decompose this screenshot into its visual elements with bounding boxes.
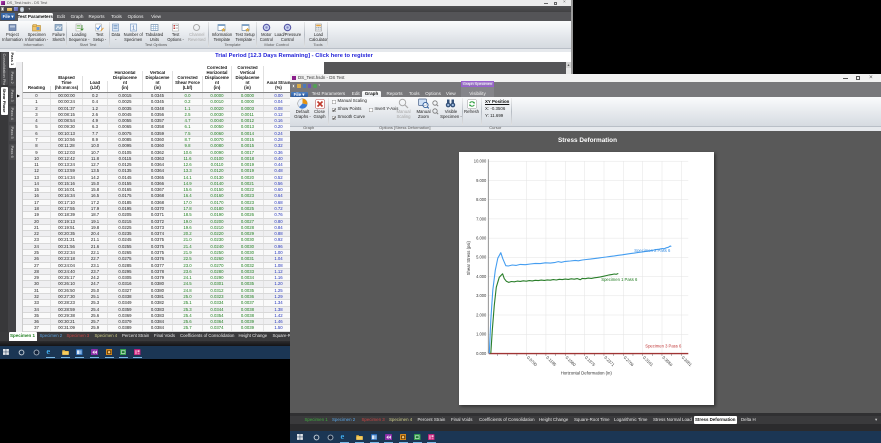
svg-text:0.0790: 0.0790 — [526, 355, 539, 368]
svg-text:0.3161: 0.3161 — [642, 355, 655, 368]
svg-text:8.000: 8.000 — [476, 197, 487, 202]
svg-text:3.000: 3.000 — [476, 293, 487, 298]
svg-text:Specimen 1 Pass 6: Specimen 1 Pass 6 — [601, 277, 638, 282]
svg-text:1.000: 1.000 — [476, 331, 487, 336]
svg-text:2.000: 2.000 — [476, 312, 487, 317]
svg-text:Specimen 3 Pass 6: Specimen 3 Pass 6 — [645, 343, 682, 348]
svg-text:Horizontal Deformation (in): Horizontal Deformation (in) — [560, 370, 612, 375]
svg-text:0.2766: 0.2766 — [622, 355, 635, 368]
svg-text:0.1975: 0.1975 — [584, 355, 597, 368]
svg-text:0.1185: 0.1185 — [545, 355, 558, 368]
svg-text:5.000: 5.000 — [476, 255, 487, 260]
svg-text:Shear Stress (psi): Shear Stress (psi) — [465, 240, 470, 275]
svg-text:4.000: 4.000 — [476, 274, 487, 279]
svg-text:1: 1 — [132, 26, 135, 32]
svg-text:0.000: 0.000 — [476, 351, 487, 356]
svg-text:0.1580: 0.1580 — [564, 355, 577, 368]
svg-text:9.000: 9.000 — [476, 178, 487, 183]
svg-text:Specimen 2 Pass 6: Specimen 2 Pass 6 — [634, 248, 671, 253]
svg-text:0.3556: 0.3556 — [661, 355, 674, 368]
svg-text:7.000: 7.000 — [476, 216, 487, 221]
svg-text:10.000: 10.000 — [474, 158, 487, 163]
svg-text:6.000: 6.000 — [476, 235, 487, 240]
svg-text:0.3951: 0.3951 — [680, 355, 693, 368]
svg-text:0.2371: 0.2371 — [603, 355, 616, 368]
